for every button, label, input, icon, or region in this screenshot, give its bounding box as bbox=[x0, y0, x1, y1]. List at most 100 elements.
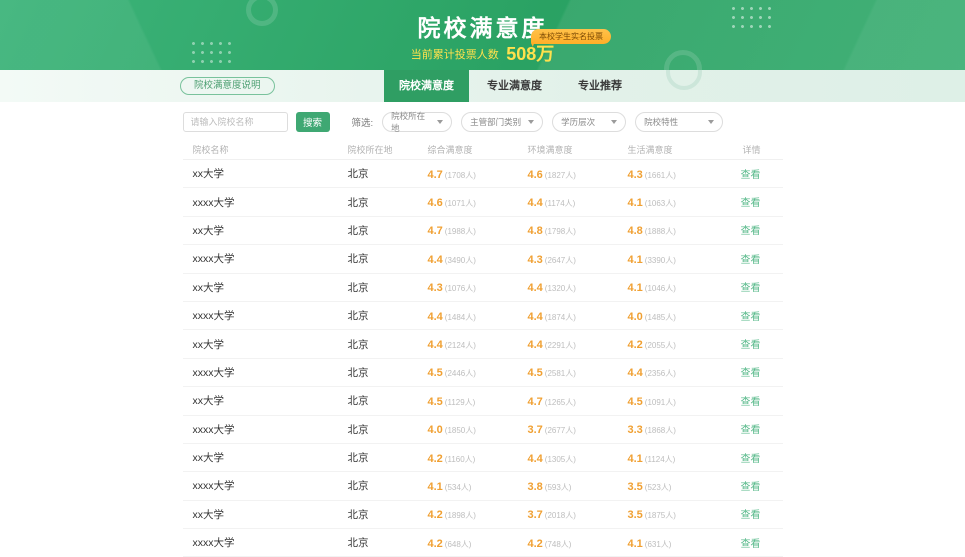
life-count: (1868人) bbox=[645, 426, 676, 435]
university-name: xxxx大学 bbox=[183, 478, 338, 493]
university-name: xx大学 bbox=[183, 450, 338, 465]
tab-university-satisfaction[interactable]: 院校满意度 bbox=[384, 70, 469, 102]
life-score: 3.5 bbox=[628, 481, 643, 493]
environment-score: 4.8 bbox=[528, 225, 543, 237]
life-score: 4.1 bbox=[628, 538, 643, 550]
university-city: 北京 bbox=[338, 308, 418, 323]
life-score: 4.8 bbox=[628, 225, 643, 237]
environment-count: (2677人) bbox=[545, 426, 576, 435]
overall-score: 4.5 bbox=[428, 396, 443, 408]
environment-score: 4.4 bbox=[528, 453, 543, 465]
table-body: xx大学 北京 4.7(1708人) 4.6(1827人) 4.3(1661人)… bbox=[183, 160, 783, 557]
view-link[interactable]: 查看 bbox=[741, 539, 761, 550]
overall-score: 4.3 bbox=[428, 282, 443, 294]
life-count: (631人) bbox=[645, 540, 672, 549]
table-row: xxxx大学 北京 4.5(2446人) 4.5(2581人) 4.4(2356… bbox=[183, 359, 783, 387]
tab-major-satisfaction[interactable]: 专业满意度 bbox=[469, 70, 560, 102]
view-link[interactable]: 查看 bbox=[741, 425, 761, 436]
overall-score: 4.2 bbox=[428, 453, 443, 465]
dropdown-location[interactable]: 院校所在地 bbox=[382, 112, 452, 132]
life-count: (1888人) bbox=[645, 227, 676, 236]
view-link[interactable]: 查看 bbox=[741, 283, 761, 294]
life-score: 4.1 bbox=[628, 282, 643, 294]
view-link[interactable]: 查看 bbox=[741, 454, 761, 465]
university-city: 北京 bbox=[338, 280, 418, 295]
view-link[interactable]: 查看 bbox=[741, 340, 761, 351]
environment-score: 4.5 bbox=[528, 367, 543, 379]
dropdown-degree-level[interactable]: 学历层次 bbox=[552, 112, 626, 132]
overall-count: (2446人) bbox=[445, 369, 476, 378]
university-name: xxxx大学 bbox=[183, 365, 338, 380]
environment-score: 4.4 bbox=[528, 339, 543, 351]
university-name: xxxx大学 bbox=[183, 251, 338, 266]
vote-stats-label: 当前累计投票人数 bbox=[411, 49, 499, 61]
environment-score: 4.3 bbox=[528, 254, 543, 266]
search-input[interactable] bbox=[183, 112, 288, 132]
search-button[interactable]: 搜索 bbox=[296, 112, 330, 132]
life-count: (1091人) bbox=[645, 398, 676, 407]
overall-score: 4.5 bbox=[428, 367, 443, 379]
dropdown-university-trait[interactable]: 院校特性 bbox=[635, 112, 723, 132]
header-university-name: 院校名称 bbox=[183, 143, 338, 156]
view-link[interactable]: 查看 bbox=[741, 510, 761, 521]
life-score: 4.4 bbox=[628, 367, 643, 379]
overall-score: 4.7 bbox=[428, 169, 443, 181]
view-link[interactable]: 查看 bbox=[741, 198, 761, 209]
overall-count: (1071人) bbox=[445, 199, 476, 208]
view-link[interactable]: 查看 bbox=[741, 170, 761, 181]
view-link[interactable]: 查看 bbox=[741, 255, 761, 266]
university-city: 北京 bbox=[338, 535, 418, 550]
life-score: 4.0 bbox=[628, 311, 643, 323]
environment-count: (1174人) bbox=[545, 199, 576, 208]
life-score: 4.5 bbox=[628, 396, 643, 408]
environment-count: (748人) bbox=[545, 540, 572, 549]
life-count: (1875人) bbox=[645, 511, 676, 520]
table-row: xxxx大学 北京 4.2(648人) 4.2(748人) 4.1(631人) … bbox=[183, 529, 783, 557]
table-row: xxxx大学 北京 4.4(3490人) 4.3(2647人) 4.1(3390… bbox=[183, 245, 783, 273]
view-link[interactable]: 查看 bbox=[741, 397, 761, 408]
vote-stats: 当前累计投票人数 508万 bbox=[0, 40, 965, 66]
environment-count: (1874人) bbox=[545, 313, 576, 322]
overall-count: (534人) bbox=[445, 483, 472, 492]
overall-score: 4.2 bbox=[428, 538, 443, 550]
dropdown-degree-level-value: 学历层次 bbox=[561, 116, 595, 128]
environment-count: (593人) bbox=[545, 483, 572, 492]
table-row: xxxx大学 北京 4.0(1850人) 3.7(2677人) 3.3(1868… bbox=[183, 416, 783, 444]
table-row: xx大学 北京 4.2(1898人) 3.7(2018人) 3.5(1875人)… bbox=[183, 501, 783, 529]
tab-major-recommendation[interactable]: 专业推荐 bbox=[560, 70, 640, 102]
overall-count: (1850人) bbox=[445, 426, 476, 435]
life-count: (2055人) bbox=[645, 341, 676, 350]
view-link[interactable]: 查看 bbox=[741, 226, 761, 237]
life-score: 4.1 bbox=[628, 453, 643, 465]
environment-score: 4.4 bbox=[528, 311, 543, 323]
vote-stats-value: 508万 bbox=[506, 44, 554, 64]
overall-count: (1988人) bbox=[445, 227, 476, 236]
university-city: 北京 bbox=[338, 195, 418, 210]
environment-score: 3.8 bbox=[528, 481, 543, 493]
environment-count: (2291人) bbox=[545, 341, 576, 350]
table-row: xx大学 北京 4.5(1129人) 4.7(1265人) 4.5(1091人)… bbox=[183, 387, 783, 415]
university-city: 北京 bbox=[338, 422, 418, 437]
overall-count: (1076人) bbox=[445, 284, 476, 293]
table-row: xx大学 北京 4.7(1708人) 4.6(1827人) 4.3(1661人)… bbox=[183, 160, 783, 188]
dropdown-authority-type[interactable]: 主管部门类别 bbox=[461, 112, 543, 132]
table-row: xx大学 北京 4.3(1076人) 4.4(1320人) 4.1(1046人)… bbox=[183, 274, 783, 302]
tab-bar: 院校满意度说明 院校满意度 专业满意度 专业推荐 bbox=[0, 70, 965, 102]
chevron-down-icon bbox=[611, 120, 617, 124]
view-link[interactable]: 查看 bbox=[741, 312, 761, 323]
life-score: 4.1 bbox=[628, 197, 643, 209]
overall-count: (1484人) bbox=[445, 313, 476, 322]
university-name: xx大学 bbox=[183, 223, 338, 238]
environment-count: (2018人) bbox=[545, 511, 576, 520]
overall-score: 4.7 bbox=[428, 225, 443, 237]
life-count: (1661人) bbox=[645, 171, 676, 180]
satisfaction-info-button[interactable]: 院校满意度说明 bbox=[180, 77, 275, 95]
view-link[interactable]: 查看 bbox=[741, 368, 761, 379]
chevron-down-icon bbox=[528, 120, 534, 124]
environment-score: 4.7 bbox=[528, 396, 543, 408]
view-link[interactable]: 查看 bbox=[741, 482, 761, 493]
filter-label: 筛选: bbox=[352, 115, 374, 129]
table-header: 院校名称 院校所在地 综合满意度 环境满意度 生活满意度 详情 bbox=[183, 139, 783, 160]
life-count: (3390人) bbox=[645, 256, 676, 265]
dropdown-university-trait-value: 院校特性 bbox=[644, 116, 678, 128]
